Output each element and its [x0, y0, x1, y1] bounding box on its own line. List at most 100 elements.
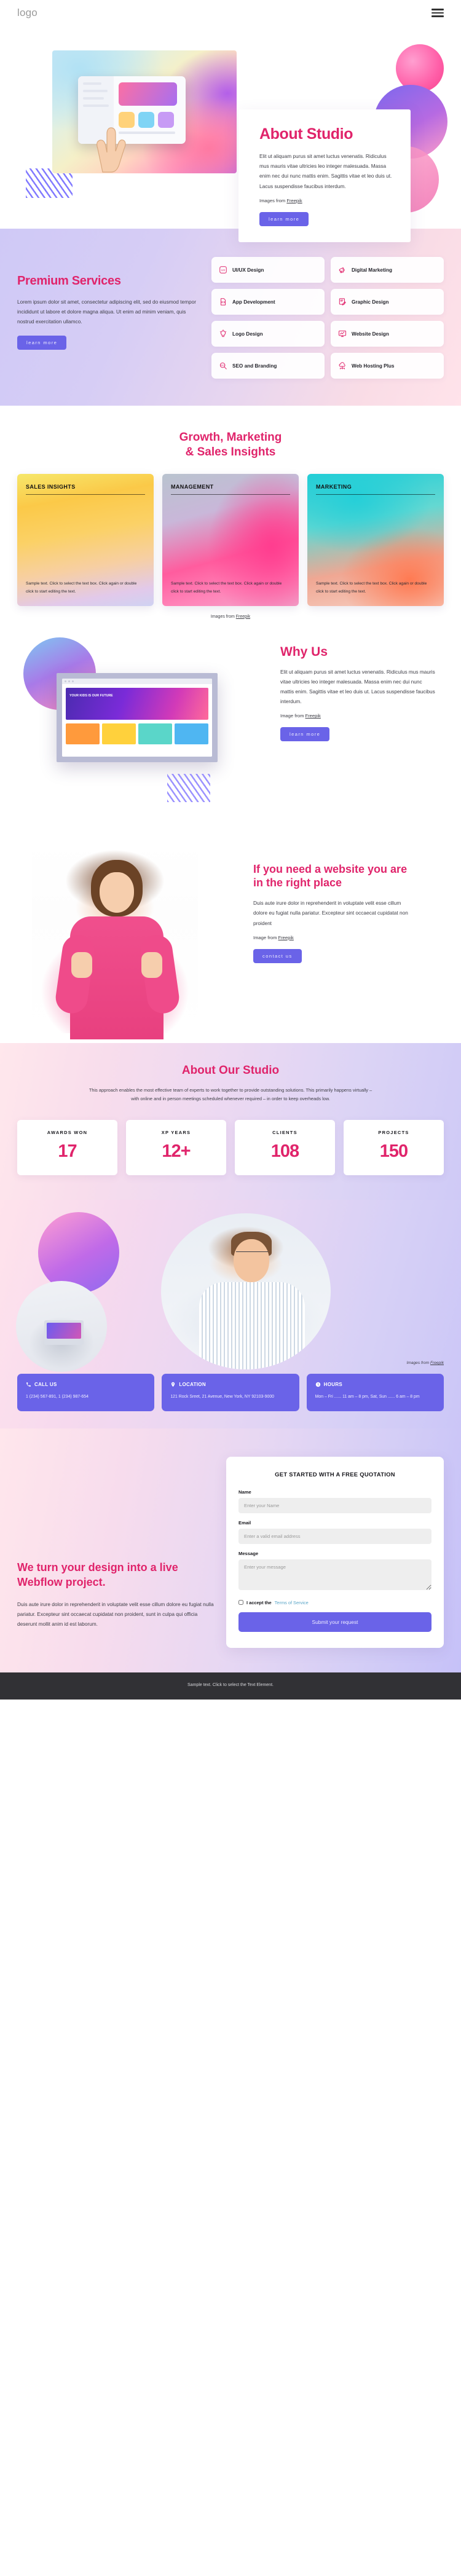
site-header: logo: [0, 0, 461, 26]
service-label: Website Design: [352, 331, 389, 337]
stat-label: AWARDS WON: [47, 1130, 88, 1136]
service-label: Graphic Design: [352, 299, 389, 305]
name-input[interactable]: [238, 1497, 431, 1513]
service-label: SEO and Branding: [232, 363, 277, 369]
team-gradient-circle-decoration: [38, 1212, 119, 1294]
logo[interactable]: logo: [17, 7, 37, 19]
right-place-image-credit: Image from Freepik: [253, 935, 413, 940]
browser-dot: [68, 680, 70, 682]
hamburger-menu-icon[interactable]: [431, 9, 444, 17]
woman-thumbs-up-photo: [32, 842, 198, 1039]
contact-card-value: 1 (234) 567-891, 1 (234) 987-654: [26, 1395, 89, 1400]
lightbulb-icon: [219, 329, 227, 338]
submit-request-button[interactable]: Submit your request: [238, 1612, 431, 1632]
stat-label: CLIENTS: [272, 1130, 297, 1136]
why-us-text: Why Us Elit ut aliquam purus sit amet lu…: [280, 645, 435, 742]
why-us-diagonal-stripes-decoration: [167, 773, 210, 802]
right-place-text: If you need a website you are in the rig…: [253, 862, 413, 963]
contact-card-hours[interactable]: HOURS Mon – Fri ...... 11 am – 8 pm, Sat…: [306, 1374, 444, 1412]
right-place-paragraph: Duis aute irure dolor in reprehenderit i…: [253, 900, 408, 926]
page-title: About Studio: [259, 125, 353, 143]
hamburger-line: [431, 12, 444, 14]
insights-image-credit: Images from Freepik: [17, 615, 444, 619]
service-card-website-design[interactable]: Website Design: [331, 321, 444, 347]
contact-card-value: Mon – Fri ...... 11 am – 8 pm, Sat, Sun …: [315, 1395, 420, 1400]
freepik-link[interactable]: Freepik: [278, 935, 294, 940]
why-us-paragraph: Elit ut aliquam purus sit amet luctus ve…: [280, 668, 435, 705]
freepik-link[interactable]: Freepik: [236, 615, 250, 619]
service-card-app-development[interactable]: App Development: [211, 289, 325, 315]
stat-value: 150: [379, 1141, 408, 1162]
freepik-link[interactable]: Freepik: [286, 198, 302, 203]
page-root: logo About Studio Elit ut aliquam purus …: [0, 0, 461, 1700]
services-title: Premium Services: [17, 274, 121, 288]
service-label: Digital Marketing: [352, 267, 392, 273]
credit-prefix: Images from: [406, 1361, 430, 1366]
contact-card-location[interactable]: LOCATION 121 Rock Sreet, 21 Avenue, New …: [162, 1374, 299, 1412]
insight-card-heading: MANAGEMENT: [171, 483, 214, 490]
mockup-hero-banner: YOUR KIDS IS OUR FUTURE: [66, 687, 208, 720]
hero-learn-more-button[interactable]: learn more: [259, 211, 309, 226]
insights-title-line1: Growth, Marketing: [179, 431, 282, 444]
cta-paragraph: Duis aute irure dolor in reprehenderit i…: [17, 1601, 214, 1628]
workspace-photo: [16, 1281, 107, 1373]
hero-image-credit: Images from Freepik: [259, 198, 395, 203]
freepik-link[interactable]: Freepik: [305, 713, 321, 719]
contact-card-header: CALL US: [26, 1382, 146, 1387]
insight-card-marketing[interactable]: MARKETING Sample text. Click to select t…: [307, 474, 444, 606]
why-us-learn-more-button[interactable]: learn more: [280, 727, 330, 742]
service-label: App Development: [232, 299, 275, 305]
email-label: Email: [238, 1519, 251, 1526]
services-learn-more-button[interactable]: learn more: [17, 335, 67, 350]
browser-toolbar: [62, 678, 212, 684]
service-label: UI/UX Design: [232, 267, 264, 273]
contact-card-call-us[interactable]: CALL US 1 (234) 567-891, 1 (234) 987-654: [17, 1374, 155, 1412]
photo-thumb-right: [141, 951, 162, 978]
contact-info-bar: CALL US 1 (234) 567-891, 1 (234) 987-654…: [17, 1374, 444, 1412]
why-us-browser-mockup: YOUR KIDS IS OUR FUTURE: [57, 672, 218, 762]
service-card-logo-design[interactable]: Logo Design: [211, 321, 325, 347]
stat-label: PROJECTS: [378, 1130, 409, 1136]
stat-card-awards-won: AWARDS WON 17: [17, 1120, 117, 1176]
service-card-graphic-design[interactable]: Graphic Design: [331, 289, 444, 315]
browser-dot: [65, 680, 66, 682]
photo-thumb-left: [71, 951, 92, 978]
service-card-uiux-design[interactable]: UX UI/UX Design: [211, 257, 325, 283]
contact-card-title: LOCATION: [179, 1382, 206, 1388]
stat-value: 17: [58, 1141, 77, 1162]
mockup-tile: [138, 723, 172, 744]
insights-cards: SALES INSIGHTS Sample text. Click to sel…: [17, 473, 444, 606]
insight-card-management[interactable]: MANAGEMENT Sample text. Click to select …: [162, 474, 299, 606]
credit-prefix: Image from: [280, 713, 305, 719]
terms-of-service-link[interactable]: Terms of Service: [275, 1600, 309, 1605]
message-textarea[interactable]: [238, 1559, 431, 1590]
insight-card-head: SALES INSIGHTS: [26, 484, 145, 495]
name-label: Name: [238, 1489, 251, 1495]
contact-card-title: HOURS: [323, 1382, 343, 1388]
service-card-digital-marketing[interactable]: Digital Marketing: [331, 257, 444, 283]
code-file-icon: [219, 297, 227, 306]
email-input[interactable]: [238, 1528, 431, 1544]
contact-card-title: CALL US: [34, 1382, 57, 1388]
stat-card-projects: PROJECTS 150: [344, 1120, 444, 1176]
insight-card-head: MANAGEMENT: [171, 484, 290, 495]
stats-row: AWARDS WON 17 XP YEARS 12+ CLIENTS 108 P…: [17, 1120, 444, 1176]
service-card-seo-and-branding[interactable]: SEO SEO and Branding: [211, 353, 325, 379]
svg-text:SEO: SEO: [221, 364, 225, 366]
service-card-web-hosting-plus[interactable]: Web Hosting Plus: [331, 353, 444, 379]
why-us-image-credit: Image from Freepik: [280, 713, 435, 719]
seo-magnifier-icon: SEO: [219, 361, 227, 370]
credit-prefix: Images from: [210, 614, 236, 619]
freepik-link[interactable]: Freepik: [430, 1361, 444, 1365]
contact-us-button[interactable]: contact us: [253, 948, 302, 963]
credit-prefix: Image from: [253, 934, 278, 940]
insight-card-sales-insights[interactable]: SALES INSIGHTS Sample text. Click to sel…: [17, 473, 154, 606]
hero-section: About Studio Elit ut aliquam purus sit a…: [0, 26, 461, 242]
terms-checkbox[interactable]: [238, 1600, 243, 1605]
mockup-bar: [83, 104, 109, 107]
laptop-screen: [47, 1323, 81, 1339]
insight-card-heading: MARKETING: [316, 483, 352, 490]
insight-card-head: MARKETING: [316, 484, 435, 495]
insight-card-text: Sample text. Click to select the text bo…: [171, 581, 282, 594]
hamburger-line: [431, 15, 444, 17]
